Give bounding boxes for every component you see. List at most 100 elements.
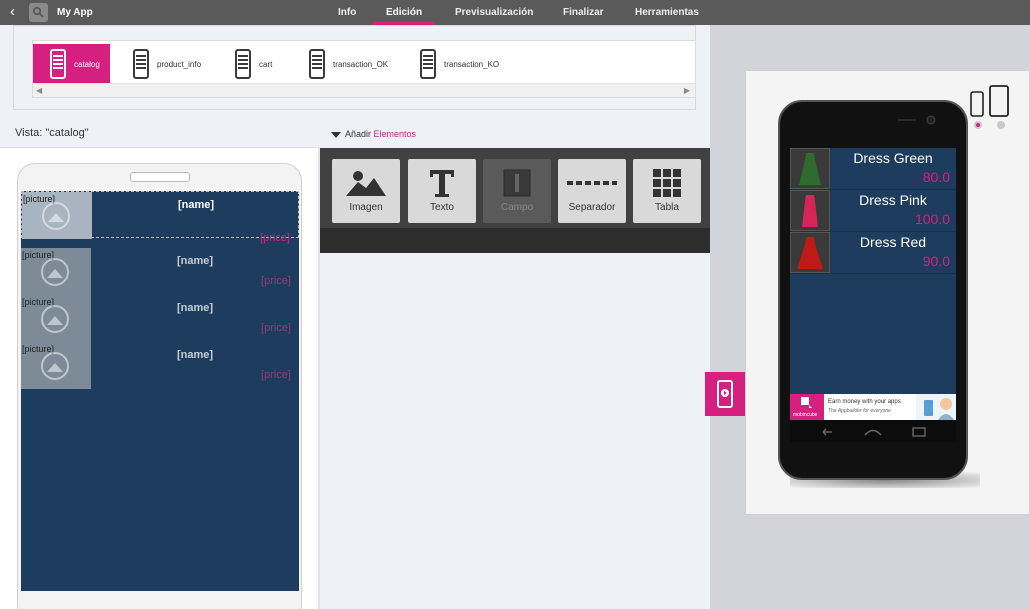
tab-edicion[interactable]: Edición	[373, 0, 435, 25]
picture-placeholder[interactable]: [picture]	[21, 248, 91, 295]
name-field[interactable]: [name]	[91, 349, 299, 361]
phone-screen: [picture] [name] [price] [picture] [name…	[21, 191, 299, 591]
screen-label: transaction_KO	[444, 59, 500, 69]
phone-play-icon	[717, 380, 733, 408]
price-field[interactable]: [price]	[261, 322, 291, 334]
app-name: My App	[57, 7, 93, 18]
image-placeholder-icon	[42, 202, 70, 230]
add-label-prefix: Añadir	[345, 129, 372, 139]
screen-phone-icon	[309, 49, 325, 79]
dress-thumbnail	[790, 148, 830, 189]
price-field[interactable]: [price]	[261, 275, 291, 287]
ad-brand: mobincube	[793, 412, 818, 418]
screen-phone-icon	[50, 49, 66, 79]
list-item[interactable]: [picture] [name] [price]	[21, 342, 299, 389]
ad-banner[interactable]: mobincube Earn money with your apps The …	[790, 394, 956, 420]
separator-icon	[567, 181, 617, 185]
tab-previsualizacion[interactable]: Previsualización	[455, 0, 533, 25]
scroll-right-icon[interactable]: ▶	[684, 86, 690, 95]
screen-product-info[interactable]: product_info	[133, 44, 201, 84]
image-placeholder-icon	[41, 258, 69, 286]
tool-separador[interactable]: Separador	[558, 159, 626, 223]
screens-scrollbar[interactable]: ◀ ▶	[33, 83, 695, 97]
preview-list-item[interactable]: Dress Pink 100.0	[790, 190, 956, 232]
tool-campo[interactable]: Campo	[483, 159, 551, 223]
recent-apps-icon	[912, 427, 926, 437]
tool-imagen[interactable]: Imagen	[332, 159, 400, 223]
name-field[interactable]: [name]	[91, 302, 299, 314]
tool-texto[interactable]: Texto	[408, 159, 476, 223]
tab-finalizar[interactable]: Finalizar	[563, 0, 604, 25]
phone-top-details	[898, 115, 936, 125]
screen-transaction-ok[interactable]: transaction_OK	[309, 44, 388, 84]
scroll-left-icon[interactable]: ◀	[36, 86, 42, 95]
screen-label: transaction_OK	[333, 59, 389, 69]
caret-down-icon	[331, 131, 341, 138]
dress-thumbnail	[790, 232, 830, 273]
screen-catalog[interactable]: catalog	[33, 44, 110, 84]
tool-label: Tabla	[655, 202, 679, 213]
item-price: 90.0	[922, 253, 950, 269]
table-icon	[653, 169, 681, 197]
tool-label: Campo	[500, 202, 534, 213]
picture-placeholder[interactable]: [picture]	[21, 342, 91, 389]
preview-screen: Dress Green 80.0 Dress Pink 100.0 Dress …	[790, 148, 956, 420]
back-arrow-icon[interactable]: ‹	[10, 4, 24, 20]
item-name: Dress Red	[859, 234, 927, 250]
ad-logo: mobincube	[790, 394, 824, 420]
top-bar: ‹ My App Info Edición Previsualización F…	[0, 0, 1030, 25]
screen-phone-icon	[133, 49, 149, 79]
editor-area: catalog product_info cart transaction_OK…	[0, 25, 710, 609]
preview-list-item[interactable]: Dress Green 80.0	[790, 148, 956, 190]
screens-panel: catalog product_info cart transaction_OK…	[13, 25, 696, 110]
add-label-link[interactable]: Elementos	[374, 129, 417, 139]
image-icon	[346, 171, 386, 196]
tool-tabla[interactable]: Tabla	[633, 159, 701, 223]
picture-placeholder[interactable]: [picture]	[22, 192, 92, 239]
price-field[interactable]: [price]	[261, 369, 291, 381]
elements-toolbox: Imagen Texto Campo Separador Tabla	[320, 148, 710, 253]
screen-transaction-ko[interactable]: transaction_KO	[420, 44, 499, 84]
preview-list-item[interactable]: Dress Red 90.0	[790, 232, 956, 274]
list-item[interactable]: [picture] [name] [price]	[21, 248, 299, 295]
screen-label: product_info	[157, 59, 202, 69]
phone-device-icon[interactable]	[970, 91, 984, 117]
image-placeholder-icon	[41, 305, 69, 333]
tab-info[interactable]: Info	[338, 0, 356, 25]
dress-thumbnail	[790, 190, 830, 231]
price-field[interactable]: [price]	[260, 232, 290, 244]
toolbox-footer	[320, 228, 710, 253]
item-price: 100.0	[914, 211, 950, 227]
text-icon	[430, 170, 454, 197]
preview-toggle-button[interactable]	[705, 372, 745, 416]
screen-phone-icon	[420, 49, 436, 79]
view-label: Vista: "catalog"	[15, 127, 89, 139]
back-nav-icon	[822, 428, 832, 436]
tablet-dot[interactable]	[997, 121, 1005, 129]
tool-label: Separador	[568, 202, 616, 213]
screen-cart[interactable]: cart	[235, 44, 272, 84]
tab-herramientas[interactable]: Herramientas	[635, 0, 699, 25]
home-nav-icon	[864, 429, 882, 436]
list-item[interactable]: [picture] [name] [price]	[21, 191, 300, 244]
item-price: 80.0	[922, 169, 950, 185]
add-elements-toggle[interactable]: Añadir Elementos	[331, 129, 416, 139]
picture-placeholder[interactable]: [picture]	[21, 295, 91, 342]
android-nav-bar	[790, 420, 956, 442]
image-placeholder-icon	[41, 352, 69, 380]
name-field[interactable]: [name]	[91, 255, 299, 267]
tablet-device-icon[interactable]	[989, 85, 1009, 117]
phone-selected-dot[interactable]	[974, 121, 982, 129]
screen-label: catalog	[74, 59, 100, 69]
ad-tagline: The Appbuilder for everyone	[828, 408, 891, 414]
name-field[interactable]: [name]	[92, 199, 300, 211]
app-icon	[29, 3, 48, 22]
item-name: Dress Green	[853, 150, 933, 166]
tool-label: Texto	[430, 202, 454, 213]
screens-strip: catalog product_info cart transaction_OK…	[32, 40, 696, 98]
tool-label: Imagen	[349, 202, 383, 213]
ad-headline: Earn money with your apps	[828, 399, 901, 405]
phone-speaker	[130, 172, 190, 182]
list-item[interactable]: [picture] [name] [price]	[21, 295, 299, 342]
phone-editor-panel: [picture] [name] [price] [picture] [name…	[0, 147, 318, 609]
